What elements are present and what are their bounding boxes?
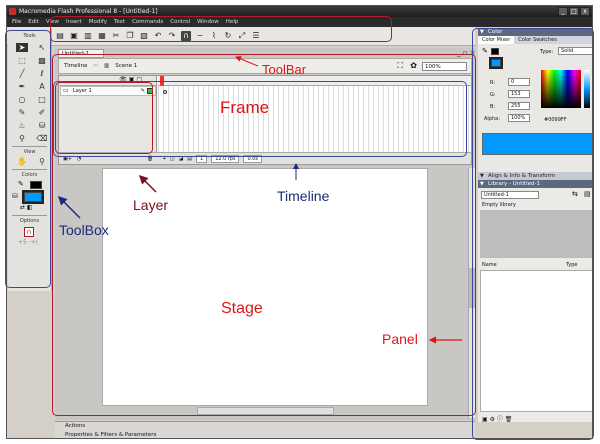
toolbar-arrow <box>235 56 259 67</box>
panel-annotation: Panel <box>382 331 418 347</box>
toolbox-annotation: ToolBox <box>59 222 109 238</box>
frame-annotation: Frame <box>220 98 270 117</box>
toolbar-annotation: ToolBar <box>262 62 307 77</box>
toolbox-arrow <box>57 195 81 219</box>
stage-annotation: Stage <box>221 300 263 317</box>
layer-arrow <box>138 174 157 193</box>
timeline-annotation: Timeline <box>277 188 330 204</box>
layer-annotation: Layer <box>133 197 169 213</box>
